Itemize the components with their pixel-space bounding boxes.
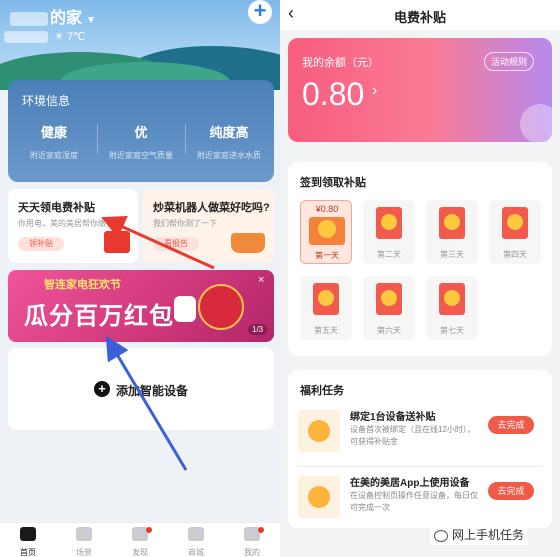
task-desc: 设备首次被绑定（且在线12小时），可获得补贴金 [350,425,475,446]
decoration-circle [520,104,552,142]
watermark: 网上手机任务 [430,524,529,545]
signin-day-6[interactable]: 第六天 [363,276,415,340]
coin-icon [381,214,397,230]
task-title: 绑定1台设备送补贴 [350,412,436,423]
watermark-text: 网上手机任务 [452,528,525,542]
coin-icon [444,290,460,306]
wechat-icon [434,529,448,542]
welfare-tasks-card: 福利任务 绑定1台设备送补贴 设备首次被绑定（且在线12小时），可获得补贴金 去… [288,370,552,528]
welfare-title: 福利任务 [300,385,344,397]
activity-rules-button[interactable]: 活动规则 [484,52,535,71]
day-label: 第一天 [315,251,339,260]
coin-icon [318,290,334,306]
red-arrow [101,215,215,270]
signin-day-3[interactable]: 第三天 [426,200,478,264]
day-label: 第五天 [314,326,338,335]
signin-day-7[interactable]: 第七天 [426,276,478,340]
signin-card: 签到领取补贴 ¥0.80 第一天 第二天 第三天 第四天 第五天 第六天 第七天 [288,162,552,356]
top-nav: ‹ 电费补贴 [280,0,560,30]
signin-day-4[interactable]: 第四天 [489,200,541,264]
page-title: 电费补贴 [393,10,446,25]
signin-day-2[interactable]: 第二天 [363,200,415,264]
divider [298,466,542,467]
signin-day-5[interactable]: 第五天 [300,276,352,340]
balance-card[interactable]: 我的余额（元） 0.80 › 活动规则 [288,38,552,142]
day-label: 第六天 [377,326,401,335]
balance-value: 0.80 [302,76,365,112]
signin-title: 签到领取补贴 [300,177,366,189]
chevron-right-icon: › [372,82,378,99]
blue-arrow [105,335,188,471]
signin-day-1[interactable]: ¥0.80 第一天 [300,200,352,264]
coin-icon [308,420,330,442]
balance-label: 我的余额（元） [302,57,379,69]
coin-icon [507,214,523,230]
day-label: 第二天 [377,250,401,259]
day-label: 第四天 [503,250,527,259]
task-icon [298,476,340,518]
home-screen: 的家 ▼ + ☀ 7℃ 环境信息 健康 附近家庭湿度 优 附近家庭空气质量 纯度高… [0,0,280,557]
coin-icon [444,214,460,230]
task-icon [298,410,340,452]
task-title: 在美的美居App上使用设备 [350,478,470,489]
go-complete-button[interactable]: 去完成 [488,482,534,500]
day-label: 第七天 [440,326,464,335]
day-label: 第三天 [440,250,464,259]
task-item: 绑定1台设备送补贴 设备首次被绑定（且在线12小时），可获得补贴金 去完成 [298,406,542,462]
task-desc: 在设备控制页操作任意设备，每日仅可完成一次 [350,491,478,512]
day-amount: ¥0.80 [315,204,339,214]
subsidy-screen: ‹ 电费补贴 我的余额（元） 0.80 › 活动规则 签到领取补贴 ¥0.80 … [280,0,560,557]
coin-icon [318,220,336,238]
go-complete-button[interactable]: 去完成 [488,416,534,434]
task-item: 在美的美居App上使用设备 在设备控制页操作任意设备，每日仅可完成一次 去完成 [298,472,542,528]
annotation-arrows [101,215,215,471]
coin-icon [308,486,330,508]
coin-icon [381,290,397,306]
